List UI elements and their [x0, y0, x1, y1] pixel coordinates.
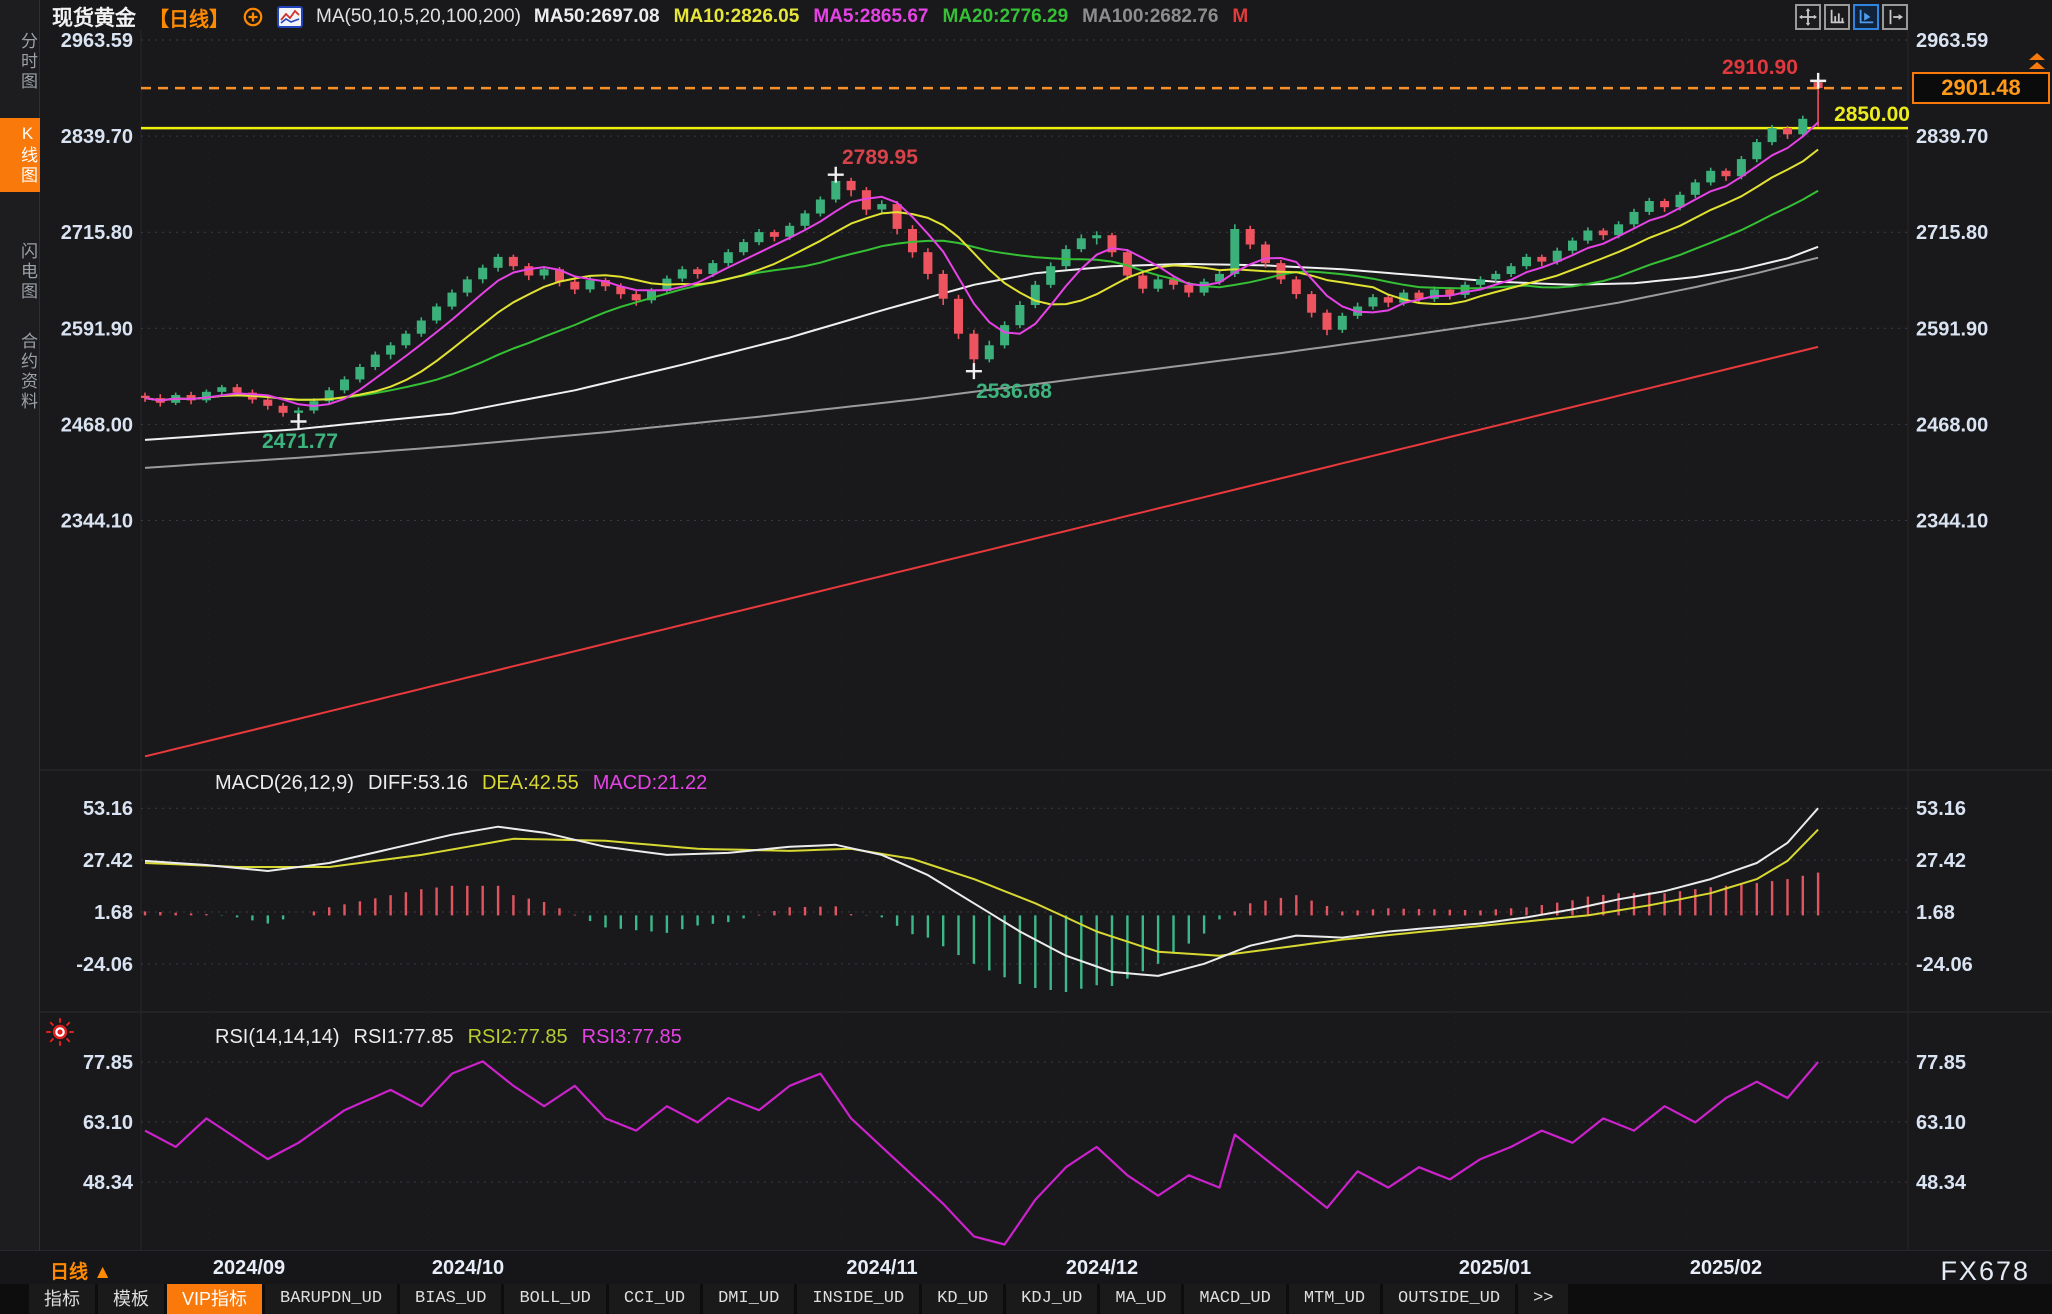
price-axis-label-right: 2468.00 — [1916, 414, 1988, 436]
watermark-logo: FX678 — [1940, 1256, 2030, 1287]
tab-barupdn-ud[interactable]: BARUPDN_UD — [265, 1284, 397, 1314]
tab--gt-gt-[interactable]: >> — [1518, 1284, 1568, 1314]
last-price-tag: 2901.48 — [1912, 72, 2050, 104]
price-axis-label-left: 2591.90 — [61, 318, 133, 340]
ma-value-3: MA5:2865.67 — [813, 6, 928, 28]
price-axis-label-right: 2963.59 — [1916, 30, 1988, 52]
rsi3-value: RSI3:77.85 — [582, 1026, 682, 1049]
chart-toolbar — [1795, 4, 1908, 30]
tab-bias-ud[interactable]: BIAS_UD — [400, 1284, 501, 1314]
date-axis-label: 2025/02 — [1671, 1257, 1781, 1280]
price-axis-label-right: 2839.70 — [1916, 126, 1988, 148]
extreme-marker — [291, 414, 307, 430]
axis-auto-icon[interactable] — [1853, 4, 1879, 30]
period-tag: 【日线】 — [149, 3, 229, 32]
annotation-low-2536: 2536.68 — [976, 380, 1052, 404]
tab-macd-ud[interactable]: MACD_UD — [1184, 1284, 1285, 1314]
ma-value-2: MA10:2826.05 — [674, 6, 800, 28]
tab-mtm-ud[interactable]: MTM_UD — [1289, 1284, 1380, 1314]
sidebar-item-3[interactable]: 闪电图 — [0, 236, 40, 308]
rsi-title: RSI(14,14,14) — [215, 1026, 340, 1049]
left-sidebar: 分时图 K线图闪电图合约资料 — [0, 0, 40, 1250]
tab-vip指标[interactable]: VIP指标 — [167, 1284, 262, 1314]
macd-axis-label-right: 27.42 — [1916, 850, 1966, 872]
indicator-tab-bar: 指标模板VIP指标BARUPDN_UDBIAS_UDBOLL_UDCCI_UDD… — [0, 1284, 2052, 1314]
rsi-axis-label-left: 48.34 — [83, 1172, 134, 1194]
annotation-low-2471: 2471.77 — [262, 430, 338, 454]
annotation-level-2850: 2850.00 — [1814, 103, 1910, 127]
sidebar-item-4[interactable]: 合约资料 — [0, 326, 40, 418]
period-dropdown[interactable]: 日线 ▲ — [50, 1257, 112, 1284]
price-axis-label-right: 2591.90 — [1916, 318, 1988, 340]
rsi-axis-label-left: 63.10 — [83, 1112, 133, 1134]
pan-crosshair-icon[interactable] — [1795, 4, 1821, 30]
axis-shift-icon[interactable] — [1882, 4, 1908, 30]
tab-ma-ud[interactable]: MA_UD — [1100, 1284, 1181, 1314]
date-axis-row: 日线 ▲ 2024/09 2024/10 2024/11 2024/12 2025/01… — [0, 1250, 2052, 1284]
date-axis-label: 2024/11 — [827, 1257, 937, 1280]
chart-header: 现货黄金 【日线】 MA(50,10,5,20,100,200) MA50:26… — [52, 3, 1248, 31]
tab-kd-ud[interactable]: KD_UD — [922, 1284, 1003, 1314]
symbol-title: 现货黄金 — [52, 2, 136, 32]
date-axis-label: 2024/12 — [1047, 1257, 1157, 1280]
trading-app-window: 分时图 K线图闪电图合约资料 现货黄金 【日线】 MA(50,10,5,20,10… — [0, 0, 2052, 1314]
tab-dmi-ud[interactable]: DMI_UD — [703, 1284, 794, 1314]
tab-outside-ud[interactable]: OUTSIDE_UD — [1383, 1284, 1515, 1314]
chart-canvas[interactable]: 2963.59 2963.59 2839.70 2839.70 2715.80 2715.… — [40, 30, 2052, 1250]
ma-value-6: M — [1232, 6, 1248, 28]
ma-values-group: MA50:2697.08 MA10:2826.05 MA5:2865.67 MA20:… — [534, 6, 1248, 28]
sidebar-item-2[interactable]: K线图 — [0, 118, 40, 192]
indicator-settings-sun-icon[interactable] — [46, 1018, 74, 1051]
price-axis-label-left: 2344.10 — [61, 511, 133, 533]
extreme-marker — [1810, 73, 1826, 89]
ma-settings-label: MA(50,10,5,20,100,200) — [316, 6, 521, 28]
sidebar-item-1[interactable]: 分时图 — [0, 26, 40, 98]
tab-cci-ud[interactable]: CCI_UD — [609, 1284, 700, 1314]
tab-模板[interactable]: 模板 — [98, 1284, 164, 1314]
rsi2-value: RSI2:77.85 — [468, 1026, 568, 1049]
price-axis-label-left: 2839.70 — [61, 126, 133, 148]
ma-value-4: MA20:2776.29 — [942, 6, 1068, 28]
tab-boll-ud[interactable]: BOLL_UD — [504, 1284, 605, 1314]
rsi-axis-label-right: 48.34 — [1916, 1172, 1967, 1194]
tab-kdj-ud[interactable]: KDJ_UD — [1006, 1284, 1097, 1314]
macd-axis-label-left: 53.16 — [83, 798, 133, 820]
macd-histogram — [145, 873, 1818, 992]
price-axis-label-right: 2344.10 — [1916, 511, 1988, 533]
price-axis-label-left: 2468.00 — [61, 414, 133, 436]
extreme-marker — [966, 363, 982, 379]
macd-axis-label-right: 53.16 — [1916, 798, 1966, 820]
ma-value-5: MA100:2682.76 — [1082, 6, 1218, 28]
tab-inside-ud[interactable]: INSIDE_UD — [797, 1284, 919, 1314]
tab-指标[interactable]: 指标 — [29, 1284, 95, 1314]
rsi-axis-label-left: 77.85 — [83, 1052, 133, 1074]
rsi1-value: RSI1:77.85 — [354, 1026, 454, 1049]
rsi-panel-header: RSI(14,14,14) RSI1:77.85 RSI2:77.85 RSI3… — [215, 1026, 682, 1049]
rsi-axis-label-right: 77.85 — [1916, 1052, 1966, 1074]
macd-title: MACD(26,12,9) — [215, 772, 354, 795]
mini-chart-icon[interactable] — [277, 6, 303, 28]
date-axis-label: 2025/01 — [1440, 1257, 1550, 1280]
rsi-axis-label-right: 63.10 — [1916, 1112, 1966, 1134]
price-axis-label-left: 2963.59 — [61, 30, 133, 52]
axis-scale-icon[interactable] — [1824, 4, 1850, 30]
macd-axis-label-right: 1.68 — [1916, 902, 1955, 924]
macd-diff-value: DIFF:53.16 — [368, 772, 468, 795]
price-axis-label-right: 2715.80 — [1916, 222, 1988, 244]
macd-panel-header: MACD(26,12,9) DIFF:53.16 DEA:42.55 MACD:… — [215, 772, 707, 795]
macd-dea-value: DEA:42.55 — [482, 772, 579, 795]
macd-axis-label-left: -24.06 — [76, 954, 133, 976]
macd-axis-label-left: 1.68 — [94, 902, 133, 924]
ma-value-1: MA50:2697.08 — [534, 6, 660, 28]
annotation-high-2910: 2910.90 — [1722, 56, 1798, 80]
macd-axis-label-right: -24.06 — [1916, 954, 1973, 976]
macd-axis-label-left: 27.42 — [83, 850, 133, 872]
date-axis-label: 2024/10 — [413, 1257, 523, 1280]
price-axis-label-left: 2715.80 — [61, 222, 133, 244]
annotation-peak-2789: 2789.95 — [842, 146, 918, 170]
circle-plus-icon[interactable] — [242, 6, 264, 28]
macd-macd-value: MACD:21.22 — [593, 772, 708, 795]
date-axis-label: 2024/09 — [194, 1257, 304, 1280]
